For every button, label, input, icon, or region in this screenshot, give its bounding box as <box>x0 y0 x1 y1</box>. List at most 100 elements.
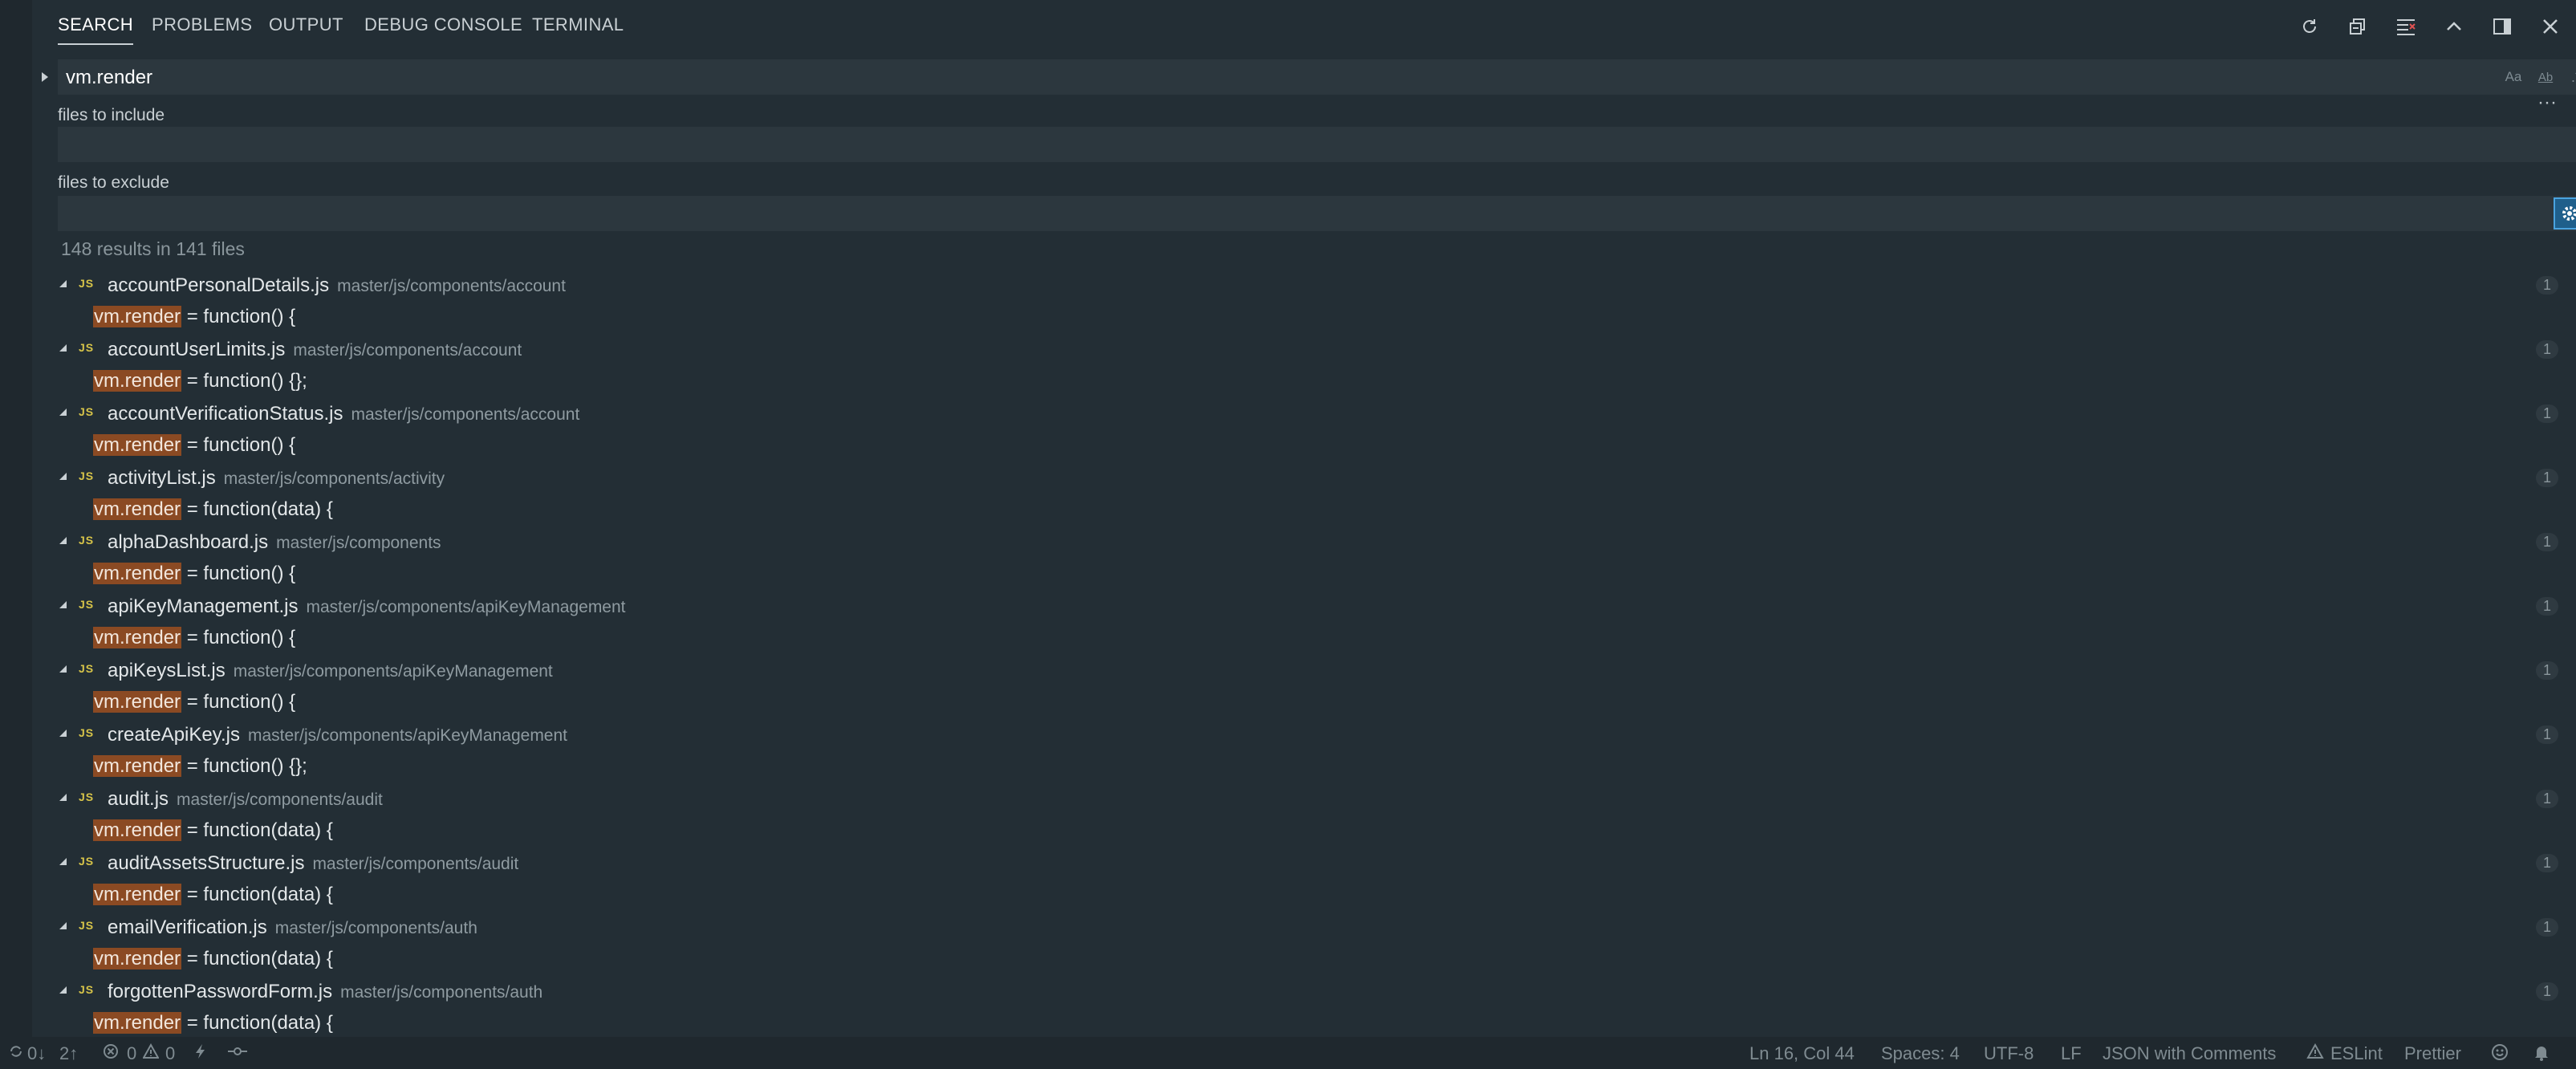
result-file-name[interactable]: apiKeysList.js <box>108 660 226 681</box>
result-file-name[interactable]: createApiKey.js <box>108 724 240 746</box>
expand-triangle-icon[interactable] <box>57 470 68 482</box>
files-to-include-input[interactable] <box>58 127 2576 162</box>
warning-icon[interactable] <box>142 1043 160 1064</box>
result-match-row[interactable]: vm.render = function() {}; <box>32 750 2576 782</box>
feedback-smiley-icon[interactable] <box>2491 1043 2509 1066</box>
indentation[interactable]: Spaces: 4 <box>1881 1043 1960 1064</box>
sync-down-count[interactable]: 0↓ <box>27 1043 46 1064</box>
result-match-row[interactable]: vm.render = function(data) { <box>32 493 2576 525</box>
result-file-row[interactable]: JS createApiKey.js master/js/components/ap… <box>32 717 2576 750</box>
result-file-row[interactable]: JS apiKeysList.js master/js/components/api… <box>32 653 2576 685</box>
result-match-text[interactable]: vm.render = function() { <box>93 627 295 649</box>
result-match-row[interactable]: vm.render = function(data) { <box>32 814 2576 846</box>
error-count[interactable]: 0 <box>127 1043 136 1064</box>
eslint-status[interactable]: ESLint <box>2330 1043 2383 1064</box>
result-match-text[interactable]: vm.render = function(data) { <box>93 498 333 521</box>
result-match-text[interactable]: vm.render = function(data) { <box>93 1012 333 1034</box>
lightning-icon[interactable] <box>194 1043 207 1064</box>
result-file-name[interactable]: audit.js <box>108 788 169 810</box>
result-file-name[interactable]: emailVerification.js <box>108 917 267 938</box>
toggle-replace-chevron-icon[interactable] <box>35 67 55 87</box>
match-case-icon[interactable]: Aa <box>2501 66 2526 88</box>
result-match-row[interactable]: vm.render = function(data) { <box>32 942 2576 974</box>
use-regex-icon[interactable]: .* <box>2563 66 2576 88</box>
expand-triangle-icon[interactable] <box>57 406 68 417</box>
result-match-text[interactable]: vm.render = function() { <box>93 434 295 457</box>
result-file-name[interactable]: forgottenPasswordForm.js <box>108 981 332 1002</box>
result-match-row[interactable]: vm.render = function() { <box>32 621 2576 653</box>
result-match-text[interactable]: vm.render = function() { <box>93 306 295 328</box>
result-match-text[interactable]: vm.render = function() { <box>93 691 295 713</box>
result-file-name[interactable]: accountUserLimits.js <box>108 339 285 360</box>
tab-terminal[interactable]: TERMINAL <box>532 14 624 35</box>
use-exclude-settings-icon[interactable] <box>2554 197 2576 230</box>
result-match-row[interactable]: vm.render = function() { <box>32 557 2576 589</box>
result-match-row[interactable]: vm.render = function() { <box>32 685 2576 717</box>
result-file-row[interactable]: JS audit.js master/js/components/audit 1 <box>32 782 2576 814</box>
result-match-row[interactable]: vm.render = function() { <box>32 300 2576 332</box>
expand-triangle-icon[interactable] <box>57 278 68 289</box>
error-icon[interactable] <box>103 1043 119 1064</box>
tab-problems[interactable]: PROBLEMS <box>152 14 252 35</box>
tab-output[interactable]: OUTPUT <box>269 14 343 35</box>
result-file-row[interactable]: JS accountPersonalDetails.js master/js/com… <box>32 268 2576 300</box>
result-file-row[interactable]: JS accountUserLimits.js master/js/componen… <box>32 332 2576 364</box>
encoding[interactable]: UTF-8 <box>1984 1043 2034 1064</box>
result-file-row[interactable]: JS auditAssetsStructure.js master/js/compo… <box>32 846 2576 878</box>
refresh-icon[interactable] <box>2294 11 2326 42</box>
expand-triangle-icon[interactable] <box>57 920 68 931</box>
result-file-name[interactable]: accountVerificationStatus.js <box>108 403 343 425</box>
git-commit-icon[interactable] <box>228 1043 247 1064</box>
toggle-panel-layout-icon[interactable] <box>2486 11 2518 42</box>
result-match-text[interactable]: vm.render = function(data) { <box>93 819 333 842</box>
sync-up-count[interactable]: 2↑ <box>59 1043 78 1064</box>
line-ending[interactable]: LF <box>2061 1043 2082 1064</box>
close-icon[interactable] <box>2534 11 2566 42</box>
result-match-row[interactable]: vm.render = function() { <box>32 429 2576 461</box>
match-whole-word-icon[interactable]: Ab <box>2533 66 2558 88</box>
result-match-text[interactable]: vm.render = function(data) { <box>93 948 333 970</box>
result-match-row[interactable]: vm.render = function() {}; <box>32 364 2576 396</box>
chevron-up-icon[interactable] <box>2438 11 2470 42</box>
prettier-status[interactable]: Prettier <box>2404 1043 2461 1064</box>
result-match-text[interactable]: vm.render = function() { <box>93 563 295 585</box>
result-match-text[interactable]: vm.render = function() {}; <box>93 755 307 778</box>
tab-debug-console[interactable]: DEBUG CONSOLE <box>364 14 522 35</box>
result-file-row[interactable]: JS forgottenPasswordForm.js master/js/comp… <box>32 974 2576 1006</box>
sync-icon[interactable] <box>8 1043 24 1064</box>
expand-triangle-icon[interactable] <box>57 791 68 803</box>
result-match-row[interactable]: vm.render = function(data) { <box>32 1006 2576 1039</box>
result-file-name[interactable]: activityList.js <box>108 467 216 489</box>
language-mode[interactable]: JSON with Comments <box>2103 1043 2276 1064</box>
expand-triangle-icon[interactable] <box>57 727 68 738</box>
cursor-position[interactable]: Ln 16, Col 44 <box>1749 1043 1855 1064</box>
result-file-row[interactable]: JS emailVerification.js master/js/componen… <box>32 910 2576 942</box>
result-file-row[interactable]: JS activityList.js master/js/components/ac… <box>32 461 2576 493</box>
result-match-text[interactable]: vm.render = function() {}; <box>93 370 307 392</box>
files-to-exclude-input[interactable] <box>58 196 2576 231</box>
tab-search[interactable]: SEARCH <box>58 14 134 45</box>
expand-triangle-icon[interactable] <box>57 663 68 674</box>
result-file-name[interactable]: apiKeyManagement.js <box>108 595 298 617</box>
result-count-badge: 1 <box>2535 404 2558 423</box>
warning-count[interactable]: 0 <box>165 1043 175 1064</box>
expand-triangle-icon[interactable] <box>57 342 68 353</box>
expand-triangle-icon[interactable] <box>57 599 68 610</box>
result-file-name[interactable]: auditAssetsStructure.js <box>108 852 304 874</box>
result-file-name[interactable]: alphaDashboard.js <box>108 531 268 553</box>
result-file-name[interactable]: accountPersonalDetails.js <box>108 274 329 296</box>
clear-results-icon[interactable] <box>2390 11 2422 42</box>
collapse-all-icon[interactable] <box>2342 11 2374 42</box>
toggle-search-details-icon[interactable]: ··· <box>2533 91 2562 113</box>
eslint-warning-icon[interactable] <box>2306 1043 2324 1064</box>
expand-triangle-icon[interactable] <box>57 534 68 546</box>
result-file-row[interactable]: JS apiKeyManagement.js master/js/component… <box>32 589 2576 621</box>
expand-triangle-icon[interactable] <box>57 856 68 867</box>
expand-triangle-icon[interactable] <box>57 984 68 995</box>
result-file-row[interactable]: JS accountVerificationStatus.js master/js/… <box>32 396 2576 429</box>
result-match-text[interactable]: vm.render = function(data) { <box>93 884 333 906</box>
notifications-bell-icon[interactable] <box>2533 1043 2550 1066</box>
search-input[interactable]: vm.render Aa Ab .* <box>58 59 2576 95</box>
result-match-row[interactable]: vm.render = function(data) { <box>32 878 2576 910</box>
result-file-row[interactable]: JS alphaDashboard.js master/js/components 1 <box>32 525 2576 557</box>
